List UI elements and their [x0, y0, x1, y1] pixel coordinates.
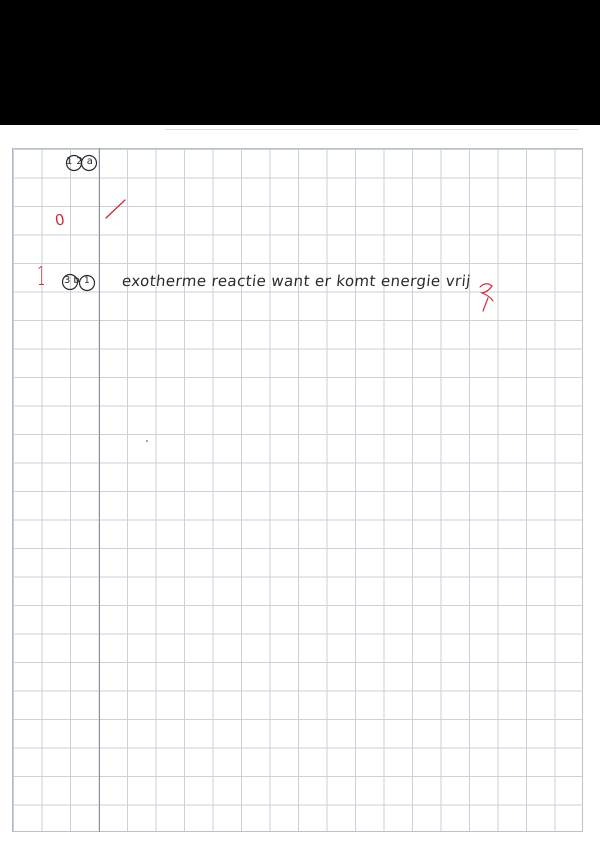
stray-dot	[146, 440, 148, 442]
